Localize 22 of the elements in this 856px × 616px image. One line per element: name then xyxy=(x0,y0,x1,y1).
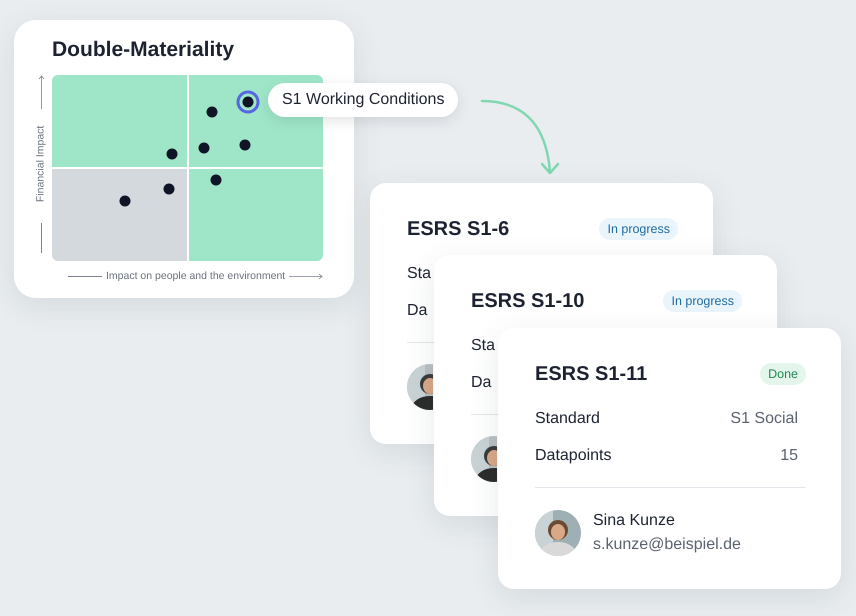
field-label: Da xyxy=(407,301,428,321)
status-badge: In progress xyxy=(663,290,742,312)
card-title: ESRS S1-10 xyxy=(471,289,584,314)
field-value: 15 xyxy=(780,446,799,466)
callout-label: S1 Working Conditions xyxy=(268,83,458,117)
field-label: Standard xyxy=(535,409,600,429)
field-label: Sta xyxy=(471,336,496,356)
axis-label: Financial Impact xyxy=(33,126,48,202)
matrix-title: Double-Materiality xyxy=(52,37,236,63)
card-title: ESRS S1-11 xyxy=(535,362,648,387)
field-label: Sta xyxy=(407,264,432,284)
arrow-icon xyxy=(289,273,324,280)
person-email: s.kunze@beispiel.de xyxy=(593,535,741,555)
arrow-icon xyxy=(38,75,44,109)
field-label: Da xyxy=(471,373,492,393)
person-name: Sina Kunze xyxy=(593,511,676,531)
axis-label: Impact on people and the environment xyxy=(106,269,286,284)
field-label: Datapoints xyxy=(535,446,612,466)
card-title: ESRS S1-6 xyxy=(407,217,510,242)
field-value: S1 Social xyxy=(730,409,799,429)
status-badge: Done xyxy=(760,363,806,385)
status-badge: In progress xyxy=(599,218,678,240)
